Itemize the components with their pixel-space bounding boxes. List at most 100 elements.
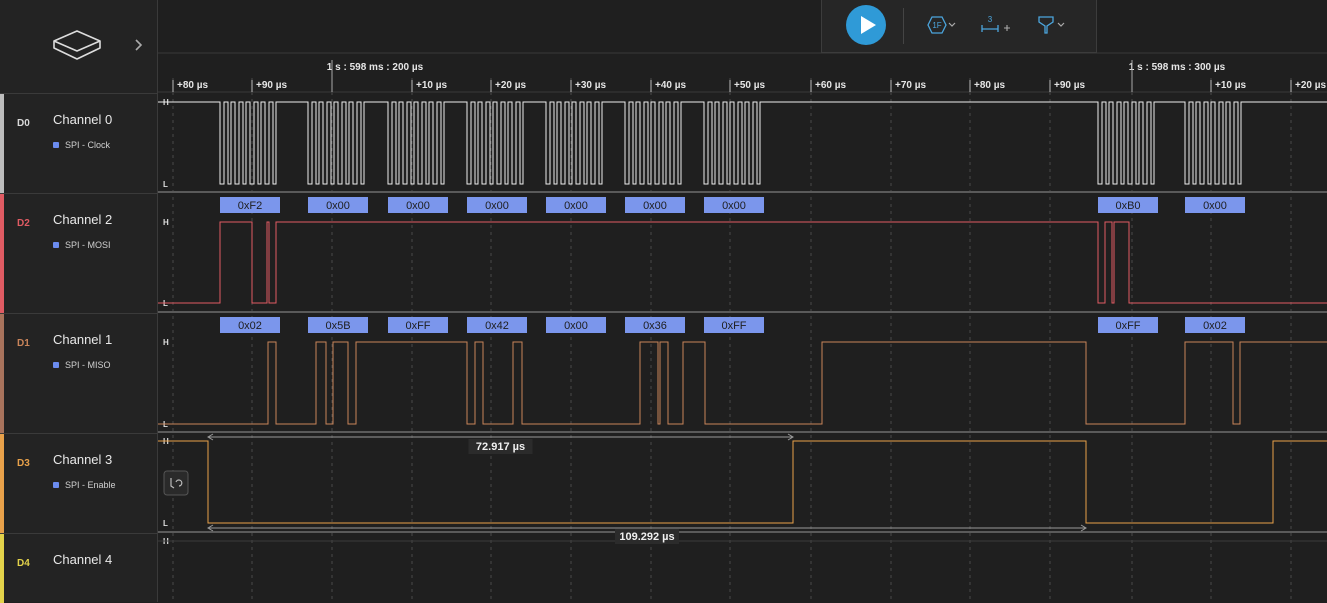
channel-color-stripe [0,434,4,533]
mosi-decode-box: 0x00 [625,197,685,213]
analyzer-color-icon [53,482,59,488]
level-high-label: H [163,218,169,227]
decode-value: 0x00 [1203,200,1227,212]
timing-measurements[interactable]: 72.917 µs 109.292 µs [207,433,1087,544]
decode-value: 0xFF [405,320,430,332]
tick-labels: +80 µs +90 µs +10 µs +20 µs +30 µs +40 µs +50 … [172,80,1327,92]
mosi-decode-box: 0x00 [546,197,606,213]
measure-label: 72.917 µs [476,441,525,453]
channel-name[interactable]: Channel 3 [53,452,112,467]
tick-label: +50 µs [734,80,766,91]
miso-waveform [158,341,1327,425]
decode-value: 0x36 [643,320,667,332]
decode-value: 0x02 [1203,320,1227,332]
enable-waveform [158,440,1327,524]
mosi-decode-box: 0x00 [388,197,448,213]
tick-label: +80 µs [974,80,1006,91]
waveform-area[interactable]: 1 s : 598 ms : 200 µs 1 s : 598 ms : 300… [158,0,1327,602]
analyzer-color-icon [53,142,59,148]
time-anchor-label: 1 s : 598 ms : 300 µs [1129,62,1226,73]
measure-label: 109.292 µs [619,531,674,543]
decode-value: 0xFF [721,320,746,332]
tick-label: +60 µs [815,80,847,91]
miso-decode-box: 0xFF [1098,317,1158,333]
channel-color-stripe [0,534,4,603]
analyzer-label: SPI - Clock [65,140,111,150]
play-icon[interactable] [846,5,886,45]
channel-id: D3 [17,458,30,469]
channel-row-4[interactable]: D4 Channel 4 [0,533,157,603]
miso-decode-box: 0xFF [704,317,764,333]
analyzer-label: SPI - Enable [65,480,116,490]
channel-color-stripe [0,194,4,313]
measure-icon[interactable]: 3 [978,13,1014,37]
toolbar-divider [903,8,904,44]
analyzer-label: SPI - MISO [65,360,111,370]
channel-name[interactable]: Channel 4 [53,552,112,567]
channel-color-stripe [0,314,4,433]
tick-label: +90 µs [1054,80,1086,91]
tick-label: +40 µs [655,80,687,91]
mosi-waveform [158,221,1327,304]
clock-waveform [158,101,1327,185]
channel-sidebar: D0 Channel 0 SPI - Clock D2 Channel 2 SP… [0,0,158,603]
channel-name[interactable]: Channel 2 [53,212,112,227]
decode-value: 0x00 [643,200,667,212]
marker-pin-icon[interactable] [1034,13,1070,37]
tick-label: +80 µs [177,80,209,91]
chevron-down-icon [948,22,956,27]
hex-trigger-icon[interactable]: 1F [922,13,958,37]
channel-name[interactable]: Channel 1 [53,332,112,347]
mosi-decode-box: 0x00 [1185,197,1245,213]
trigger-label: 1F [932,21,941,30]
tick-label: +90 µs [256,80,288,91]
analyzer-tag[interactable]: SPI - MISO [53,360,111,370]
tick-label: +70 µs [895,80,927,91]
edge-nav-button[interactable] [163,470,189,496]
chevron-right-icon[interactable] [130,36,148,54]
channel-id: D2 [17,218,30,229]
level-high-label: H [163,338,169,347]
device-logo-icon [53,30,101,60]
mosi-decode-box: 0xB0 [1098,197,1158,213]
channel-id: D1 [17,338,30,349]
tick-label: +10 µs [416,80,448,91]
channel-row-2[interactable]: D2 Channel 2 SPI - MOSI [0,193,157,313]
level-low-label: L [163,180,168,189]
channel-row-3[interactable]: D3 Channel 3 SPI - Enable [0,433,157,533]
analyzer-tag[interactable]: SPI - Clock [53,140,110,150]
tick-label: +10 µs [1215,80,1247,91]
channel-id: D0 [17,118,30,129]
time-anchor-label: 1 s : 598 ms : 200 µs [327,62,424,73]
analyzer-label: SPI - MOSI [65,240,111,250]
decode-value: 0xFF [1115,320,1140,332]
capture-toolbar: 1F 3 [821,0,1097,53]
decode-value: 0x02 [238,320,262,332]
analyzer-tag[interactable]: SPI - Enable [53,480,116,490]
decode-value: 0x42 [485,320,509,332]
decode-value: 0xB0 [1115,200,1140,212]
tick-label: +20 µs [495,80,527,91]
logo-area [0,0,157,93]
analyzer-tag[interactable]: SPI - MOSI [53,240,111,250]
tick-label: +20 µs [1295,80,1327,91]
decode-value: 0x00 [485,200,509,212]
chevron-down-icon [1057,22,1065,27]
miso-decode-box: 0x5B [308,317,368,333]
mosi-decode-box: 0x00 [467,197,527,213]
channel-color-stripe [0,94,4,193]
measure-label: 3 [988,15,993,24]
measurement: 72.917 µs [207,433,794,454]
decode-value: 0x00 [564,320,588,332]
miso-decode-box: 0x02 [1185,317,1245,333]
channel-name[interactable]: Channel 0 [53,112,112,127]
analyzer-color-icon [53,362,59,368]
miso-decode-box: 0x42 [467,317,527,333]
decode-value: 0x00 [564,200,588,212]
tick-label: +30 µs [575,80,607,91]
decode-value: 0x00 [326,200,350,212]
mosi-decode-box: 0xF2 [220,197,280,213]
channel-row-1[interactable]: D1 Channel 1 SPI - MISO [0,313,157,433]
channel-row-0[interactable]: D0 Channel 0 SPI - Clock [0,93,157,193]
miso-decode-box: 0xFF [388,317,448,333]
